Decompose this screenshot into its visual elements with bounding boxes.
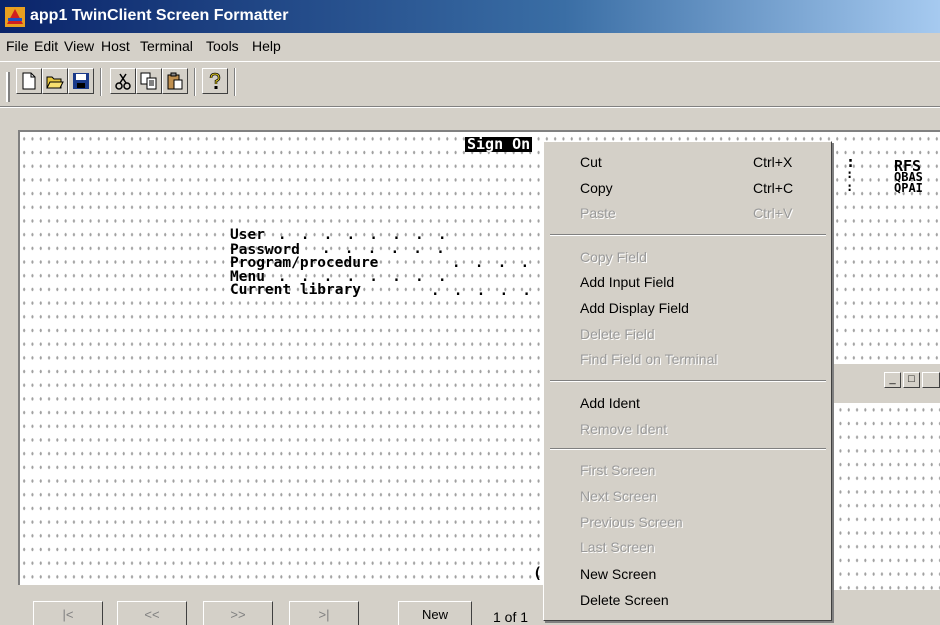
field-program-label[interactable]: Program/procedure [230,256,378,271]
window-title: app1 TwinClient Screen Formatter [30,7,289,24]
menu-item-first-screen[interactable]: First Screen [580,462,655,478]
paste-icon [167,72,183,90]
toolbar-grip[interactable] [6,72,10,102]
minimize-button[interactable]: _ [884,372,901,388]
page-indicator: 1 of 1 [493,609,529,625]
new-icon [22,72,36,90]
menu-file[interactable]: File [6,38,29,54]
menu-item-cut[interactable]: Cut [580,154,602,170]
menu-edit[interactable]: Edit [34,38,58,54]
open-button[interactable] [42,68,68,94]
menu-item-add-ident[interactable]: Add Ident [580,395,640,411]
app-icon [5,7,25,27]
field-user-label[interactable]: User [230,228,265,243]
menu-tools[interactable]: Tools [206,38,239,54]
menu-item-find-field[interactable]: Find Field on Terminal [580,351,717,367]
close-button[interactable] [922,372,940,388]
field-menu-dots: . . . . . . . . [278,269,450,285]
menu-separator [550,234,826,236]
menu-view[interactable]: View [64,38,94,54]
menu-item-add-input-field[interactable]: Add Input Field [580,274,674,290]
next-screen-button[interactable]: >> [203,601,273,625]
right-label-3[interactable]: QPAI [894,181,923,196]
context-menu: Cut Ctrl+X Copy Ctrl+C Paste Ctrl+V Copy… [543,141,832,621]
child-window-canvas[interactable] [828,403,940,618]
title-bar[interactable]: app1 TwinClient Screen Formatter [0,0,940,33]
new-screen-button[interactable]: New [398,601,472,625]
menu-item-copy-shortcut: Ctrl+C [753,180,794,196]
first-screen-button[interactable]: |< [33,601,103,625]
cut-button[interactable] [110,68,136,94]
help-button[interactable] [202,68,228,94]
menu-item-add-display-field[interactable]: Add Display Field [580,300,689,316]
menu-item-new-screen[interactable]: New Screen [580,566,656,582]
open-icon [46,76,64,89]
menu-item-delete-screen[interactable]: Delete Screen [580,592,669,608]
menu-item-copy-field[interactable]: Copy Field [580,249,647,265]
menu-item-last-screen[interactable]: Last Screen [580,539,655,555]
previous-screen-button[interactable]: << [117,601,187,625]
maximize-button[interactable]: □ [903,372,920,388]
field-library-label[interactable]: Current library [230,283,361,298]
menu-separator [550,380,826,382]
menu-help[interactable]: Help [252,38,281,54]
menu-host[interactable]: Host [101,38,130,54]
paste-button[interactable] [162,68,188,94]
menu-item-next-screen[interactable]: Next Screen [580,488,657,504]
screen-fragment: ( [533,564,543,582]
copy-icon [140,72,157,90]
menu-item-paste[interactable]: Paste [580,205,616,221]
toolbar-separator [194,68,196,96]
new-button[interactable] [16,68,42,94]
menu-item-delete-field[interactable]: Delete Field [580,326,655,342]
last-screen-button[interactable]: >| [289,601,359,625]
menu-item-cut-shortcut: Ctrl+X [753,154,793,170]
menu-terminal[interactable]: Terminal [140,38,193,54]
menu-item-previous-screen[interactable]: Previous Screen [580,514,683,530]
save-icon [73,73,89,89]
cut-icon [115,73,131,90]
menu-item-paste-shortcut: Ctrl+V [753,205,793,221]
menu-bar: File Edit View Host Terminal Tools Help [0,33,940,61]
field-library-dots: . . . . . [431,283,534,299]
help-icon [209,72,221,89]
copy-button[interactable] [136,68,162,94]
field-program-dots: . . . . [452,255,533,271]
colon-3: : [846,180,854,194]
menu-item-remove-ident[interactable]: Remove Ident [580,421,667,437]
menu-separator [550,448,826,450]
toolbar-separator [234,68,236,96]
toolbar-separator [100,68,102,96]
field-password-dots: . . . . . . [322,241,448,257]
screen-title[interactable]: Sign On [465,137,533,152]
save-button[interactable] [68,68,94,94]
menu-item-copy[interactable]: Copy [580,180,613,196]
